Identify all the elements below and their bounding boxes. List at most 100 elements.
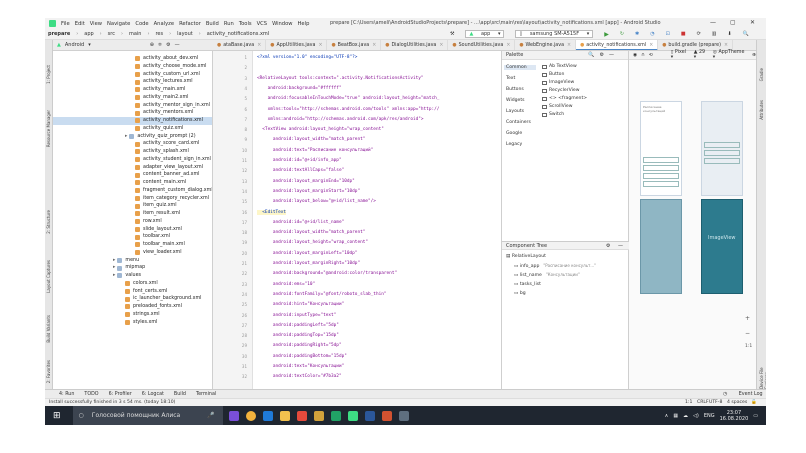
run-config-select[interactable]: ▲ app ▾ — [465, 30, 505, 38]
menu-build[interactable]: Build — [206, 21, 219, 27]
android-studio-taskbar-icon[interactable] — [347, 410, 358, 421]
menu-run[interactable]: Run — [224, 21, 234, 27]
close-icon[interactable]: × — [649, 43, 653, 48]
api-select[interactable]: ▲ 29 ▾ — [694, 50, 709, 60]
stop-icon[interactable]: ■ — [681, 31, 686, 37]
project-tree-item[interactable]: toolbar_main.xml — [135, 241, 185, 249]
editor-tab[interactable]: ● WebEngine.java × — [515, 40, 577, 50]
close-button[interactable]: ✕ — [750, 19, 755, 26]
editor-tab[interactable]: ● DialogUtilities.java × — [381, 40, 449, 50]
project-tree-item[interactable]: slide_layout.xml — [135, 226, 182, 234]
project-tree-item[interactable]: toolbar.xml — [135, 233, 170, 241]
palette-item[interactable]: Switch — [542, 112, 564, 117]
project-tree-item[interactable]: activity_main2.xml — [135, 94, 189, 102]
gear-icon[interactable]: ⚙ — [606, 242, 610, 251]
volume-icon[interactable]: ◁) — [693, 413, 699, 419]
palette-item[interactable]: RecyclerView — [542, 88, 579, 93]
app-icon[interactable] — [398, 410, 409, 421]
project-tree-item[interactable]: activity_notifications.xml — [53, 117, 212, 125]
project-tree-item[interactable]: ▸ menu — [113, 257, 139, 265]
project-tree-item[interactable]: ▸ values — [113, 272, 141, 280]
lock-icon[interactable]: 🔓 — [751, 400, 757, 405]
language-indicator[interactable]: ENG — [704, 413, 715, 419]
menu-tools[interactable]: Tools — [239, 21, 252, 27]
palette-category[interactable]: Widgets — [504, 98, 536, 103]
breadcrumb-item[interactable]: main — [129, 31, 142, 37]
target-icon[interactable]: ⊕ — [150, 42, 154, 48]
excel-icon[interactable] — [330, 410, 341, 421]
breadcrumb-item[interactable]: prepare — [48, 31, 70, 37]
taskbar-search[interactable]: ○ Голосовой помощник Алиса 🎤 — [72, 406, 223, 425]
avd-manager-icon[interactable]: ▥ — [712, 31, 717, 37]
device-select[interactable]: ▯ Pixel ▾ — [671, 50, 690, 60]
project-tree-item[interactable]: strings.xml — [125, 311, 160, 319]
hide-icon[interactable]: — — [618, 242, 623, 251]
breadcrumb-item[interactable]: src — [108, 31, 115, 37]
project-tree-item[interactable]: item_quiz.xml — [135, 202, 177, 210]
search-icon[interactable]: 🔍 — [588, 52, 594, 58]
powerpoint-icon[interactable] — [381, 410, 392, 421]
apply-changes-icon[interactable]: ↻ — [620, 31, 624, 37]
project-tree-item[interactable]: activity_main.xml — [135, 86, 185, 94]
component-tree-item[interactable]: ▭ info_app "Расписание консульт..." — [514, 263, 596, 269]
yandex-disk-icon[interactable] — [313, 410, 324, 421]
search-icon[interactable]: 🔍 — [743, 31, 749, 37]
palette-category[interactable]: Containers — [504, 120, 536, 125]
project-tree-item[interactable]: activity_score_card.xml — [135, 140, 199, 148]
menu-edit[interactable]: Edit — [75, 21, 85, 27]
project-tree-item[interactable]: ▸ activity_quiz_prompt (2) — [125, 133, 196, 141]
run-icon[interactable]: ▶ — [604, 31, 609, 38]
magnet-icon[interactable]: ∩ — [641, 53, 645, 58]
word-icon[interactable] — [364, 410, 375, 421]
project-view-select[interactable]: Android — [65, 42, 84, 48]
debug-icon[interactable]: ✱ — [635, 31, 639, 37]
hide-icon[interactable]: — — [609, 52, 614, 58]
theme-select[interactable]: ◎ AppTheme ▾ — [713, 50, 748, 60]
palette-item[interactable]: ImageView — [542, 80, 574, 85]
close-icon[interactable]: × — [724, 43, 728, 48]
tool-window-label[interactable]: Build Variants — [46, 315, 51, 343]
tool-window-button[interactable]: 6: Logcat — [142, 392, 164, 397]
palette-category[interactable]: Buttons — [504, 87, 536, 92]
minimize-button[interactable]: — — [710, 19, 716, 26]
project-tree-item[interactable]: ic_launcher_background.xml — [125, 295, 201, 303]
project-tree-item[interactable]: content_main.xml — [135, 179, 186, 187]
collapse-icon[interactable]: ≑ — [158, 42, 162, 48]
blueprint-preview-dark[interactable]: ImageView — [701, 199, 743, 294]
design-preview-night[interactable] — [701, 101, 743, 196]
menu-help[interactable]: Help — [298, 21, 310, 27]
component-tree-item[interactable]: ▭ list_name "Консультации" — [514, 272, 580, 278]
editor-tab[interactable]: ● AppUtilities.java × — [266, 40, 328, 50]
eye-icon[interactable]: ◉ — [633, 53, 637, 58]
project-tree-item[interactable]: activity_custom_url.xml — [135, 71, 200, 79]
project-tree-item[interactable]: activity_lectures.xml — [135, 78, 193, 86]
component-tree-root[interactable]: ▤ RelativeLayout — [506, 254, 546, 259]
device-select[interactable]: ▯ samsung SM-A515F ▾ — [515, 30, 594, 38]
tool-window-label[interactable]: Layout Captures — [46, 260, 51, 293]
line-separator[interactable]: CRLF — [697, 400, 709, 405]
project-tree-item[interactable]: row.xml — [135, 218, 162, 226]
project-tree-item[interactable]: activity_choose_mode.xml — [135, 63, 206, 71]
hammer-icon[interactable]: ⚒ — [450, 31, 454, 37]
clear-constraints-icon[interactable]: ⟲ — [649, 53, 653, 58]
breadcrumb-item[interactable]: res — [155, 31, 163, 37]
tray-expand-icon[interactable]: ∧ — [665, 413, 669, 419]
project-tree-item[interactable]: content_banner_ad.xml — [135, 171, 200, 179]
breadcrumb-item[interactable]: app — [84, 31, 93, 37]
project-tree-item[interactable]: fragment_custom_dialog.xml — [135, 187, 212, 195]
component-tree-item[interactable]: ▭ tasks_list — [514, 281, 545, 287]
close-icon[interactable]: × — [257, 43, 261, 48]
chevron-right-icon[interactable]: ▸ — [113, 264, 115, 272]
network-icon[interactable]: ▦ — [673, 413, 678, 419]
editor-tab[interactable]: ● BeatBox.java × — [327, 40, 382, 50]
editor-tab[interactable]: ● build.gradle (prepare) × — [658, 40, 733, 50]
caret-position[interactable]: 1:1 — [685, 400, 692, 405]
menu-window[interactable]: Window — [272, 21, 292, 27]
menu-file[interactable]: File — [61, 21, 70, 27]
chevron-right-icon[interactable]: ▸ — [113, 272, 115, 280]
breadcrumb-item[interactable]: activity_notifications.xml — [207, 31, 269, 37]
chevron-right-icon[interactable]: ▸ — [113, 257, 115, 265]
event-log-button[interactable]: ◷ Event Log — [723, 392, 766, 397]
yandex-browser-icon[interactable] — [296, 410, 307, 421]
file-explorer-icon[interactable] — [279, 410, 290, 421]
